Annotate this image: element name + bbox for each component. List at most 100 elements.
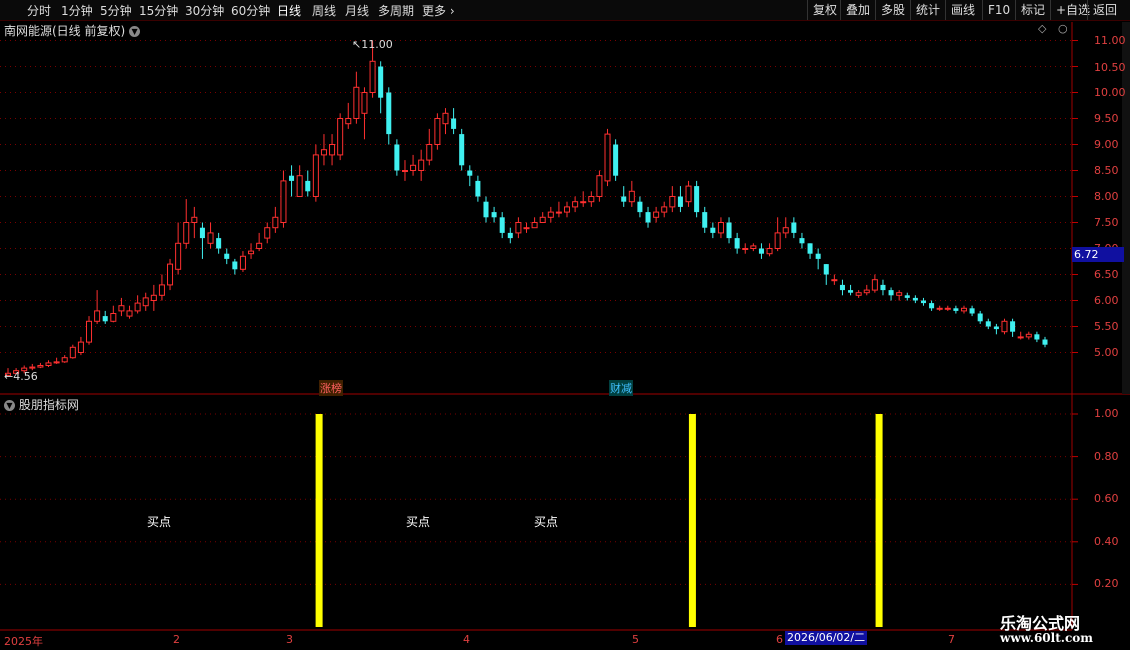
price-tick: 11.00 [1094, 34, 1126, 47]
candle-body-up [69, 346, 76, 359]
candle-body-down [726, 222, 732, 239]
candle-body-down [475, 180, 481, 197]
candle-body-up [580, 201, 587, 204]
candle-body-up [1017, 336, 1024, 339]
candle-body-up [782, 227, 789, 234]
buy-signal-bar [315, 414, 323, 627]
watermark-url: www.60lt.com [1000, 631, 1093, 645]
candle-body-up [871, 279, 878, 291]
buy-signal-label: 买点 [534, 515, 559, 529]
event-tag-rank[interactable]: 涨榜 [319, 380, 343, 396]
chart-title-row: 南网能源(日线 前复权) ▼ [4, 22, 141, 39]
kline-chart[interactable] [0, 0, 1130, 650]
price-tick: 5.50 [1094, 320, 1119, 333]
candle-body-down [694, 186, 700, 213]
candle-body-down [799, 238, 805, 244]
candle-body-up [110, 313, 117, 322]
price-tick: 10.00 [1094, 86, 1126, 99]
candle-body-up [296, 175, 303, 197]
candle-body-down [459, 134, 465, 166]
chevron-down-icon[interactable]: ▼ [129, 26, 141, 37]
date-tick: 2025年 [4, 635, 43, 648]
candle-body-up [207, 232, 214, 244]
candle-body-up [37, 365, 44, 368]
candle-body-down [1034, 334, 1040, 340]
price-tick: 9.00 [1094, 138, 1119, 151]
candle-body-up [329, 144, 336, 156]
candle-body-down [467, 170, 473, 176]
candle-body-down [993, 326, 999, 330]
candle-body-up [604, 133, 611, 182]
candle-body-up [685, 185, 692, 203]
candle-body-up [320, 149, 327, 156]
candle-body-down [904, 295, 910, 298]
candle-body-down [912, 297, 918, 301]
candle-body-down [613, 144, 619, 176]
cursor-date: 2026/06/02/二 [785, 631, 868, 645]
diamond-icon[interactable]: ◇ [1038, 22, 1046, 35]
candle-body-up [628, 190, 635, 203]
candle-body-up [588, 196, 595, 203]
candle-body-up [766, 248, 773, 255]
candle-body-up [175, 242, 182, 270]
indicator-tick: 0.40 [1094, 535, 1119, 548]
candle-body-up [531, 222, 538, 229]
price-tick: 7.50 [1094, 216, 1119, 229]
candle-body-up [1001, 320, 1008, 333]
candle-body-up [118, 305, 125, 312]
candle-body-down [734, 238, 740, 249]
buy-signal-bar [688, 414, 696, 627]
candle-body-down [216, 238, 222, 249]
candle-body-down [483, 201, 489, 218]
candle-body-down [394, 144, 400, 171]
low-price-value: 4.56 [13, 370, 38, 383]
price-tick: 6.50 [1094, 268, 1119, 281]
candle-body-down [386, 92, 392, 135]
candle-body-down [677, 196, 683, 207]
candle-body-up [239, 255, 246, 270]
candle-body-up [142, 297, 149, 307]
candle-body-up [312, 154, 319, 197]
candle-body-up [264, 227, 271, 239]
candle-body-up [361, 92, 368, 114]
candle-body-up [77, 341, 84, 354]
candle-body-up [750, 245, 757, 249]
candle-body-up [717, 222, 724, 234]
candle-body-down [839, 284, 845, 291]
candle-body-up [353, 86, 360, 120]
candle-body-up [53, 361, 60, 364]
date-tick: 4 [463, 633, 470, 646]
low-price-label: ←4.56 [4, 370, 38, 383]
candle-body-down [977, 313, 983, 322]
candle-body-up [960, 307, 967, 312]
candle-body-down [1042, 339, 1048, 345]
price-tick: 8.50 [1094, 164, 1119, 177]
candle-body-down [645, 212, 651, 223]
candle-body-down [791, 222, 797, 233]
price-tick: 6.00 [1094, 294, 1119, 307]
buy-signal-bar [875, 414, 883, 627]
event-tag-reduce[interactable]: 财减 [609, 380, 633, 396]
candle-body-down [985, 321, 991, 327]
candle-body-down [710, 227, 716, 233]
candle-body-up [280, 180, 287, 223]
candle-body-up [426, 144, 433, 161]
candle-body-up [539, 216, 546, 224]
candle-body-down [888, 290, 894, 296]
candle-body-down [702, 212, 708, 228]
candle-body-up [337, 118, 344, 156]
candle-body-down [621, 196, 627, 202]
candle-body-down [929, 303, 935, 309]
candle-body-down [507, 232, 513, 239]
circle-icon[interactable]: ○ [1058, 22, 1068, 35]
candle-body-down [880, 284, 886, 291]
candle-body-down [637, 201, 643, 213]
candle-body-down [807, 243, 813, 254]
candle-body-up [410, 164, 417, 172]
current-price-badge: 6.72 [1072, 247, 1124, 262]
candle-body-up [29, 366, 36, 369]
buy-signal-label: 买点 [147, 515, 172, 529]
candle-body-up [61, 357, 68, 363]
candle-body-down [758, 248, 764, 254]
chevron-down-icon[interactable]: ▼ [4, 400, 15, 411]
